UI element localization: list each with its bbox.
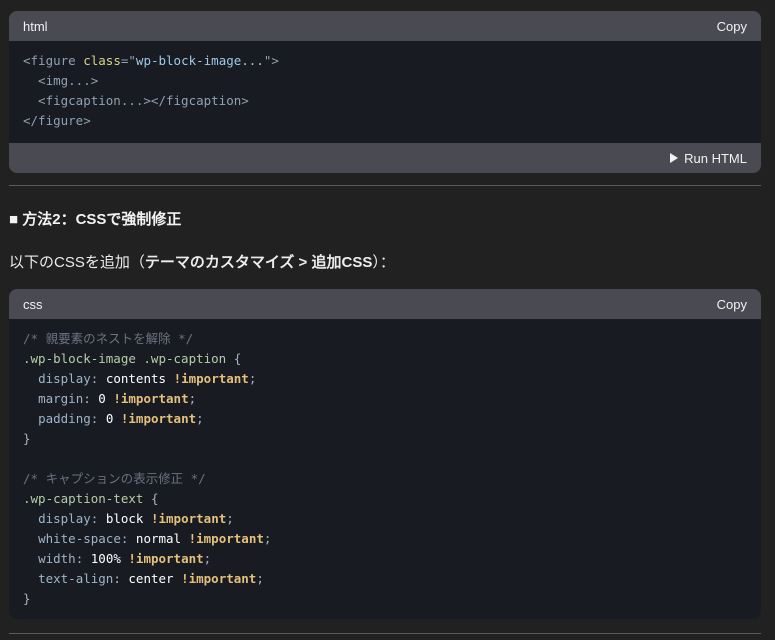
code-header: html Copy (9, 11, 761, 41)
code-language-label: css (23, 296, 43, 312)
css-code-block: css Copy /* 親要素のネストを解除 */ .wp-block-imag… (9, 289, 761, 619)
run-html-label: Run HTML (684, 150, 747, 166)
divider (9, 185, 761, 186)
code-line: </figure> (23, 113, 91, 128)
code-selector: .wp-caption-text (23, 491, 144, 506)
code-comment: /* キャプションの表示修正 */ (23, 471, 206, 486)
code-line: <img...> (23, 73, 99, 88)
code-line: <figcaption...></figcaption> (23, 93, 249, 108)
instruction-paragraph: 以下のCSSを追加（テーマのカスタマイズ > 追加CSS）： (9, 254, 395, 271)
section-heading: ■ 方法2：CSSで強制修正 (9, 208, 181, 229)
code-header: css Copy (9, 289, 761, 319)
code-selector: .wp-block-image .wp-caption (23, 351, 227, 366)
code-language-label: html (23, 18, 48, 34)
copy-button[interactable]: Copy (717, 297, 747, 312)
code-comment: /* 親要素のネストを解除 */ (23, 331, 194, 346)
code-body: <figure class="wp-block-image..."> <img.… (9, 41, 761, 143)
code-line: <figure class="wp-block-image..."> (23, 53, 279, 68)
heading-bullet: ■ (9, 211, 19, 228)
copy-button[interactable]: Copy (717, 19, 747, 34)
run-bar: Run HTML (9, 143, 761, 173)
code-body: /* 親要素のネストを解除 */ .wp-block-image .wp-cap… (23, 331, 272, 606)
divider (9, 633, 761, 634)
html-code-block: html Copy <figure class="wp-block-image.… (9, 11, 761, 173)
heading-text: 方法2：CSSで強制修正 (22, 211, 182, 228)
run-html-button[interactable]: Run HTML (670, 151, 747, 166)
play-icon (670, 153, 679, 163)
menu-path: テーマのカスタマイズ > 追加CSS (144, 254, 373, 271)
